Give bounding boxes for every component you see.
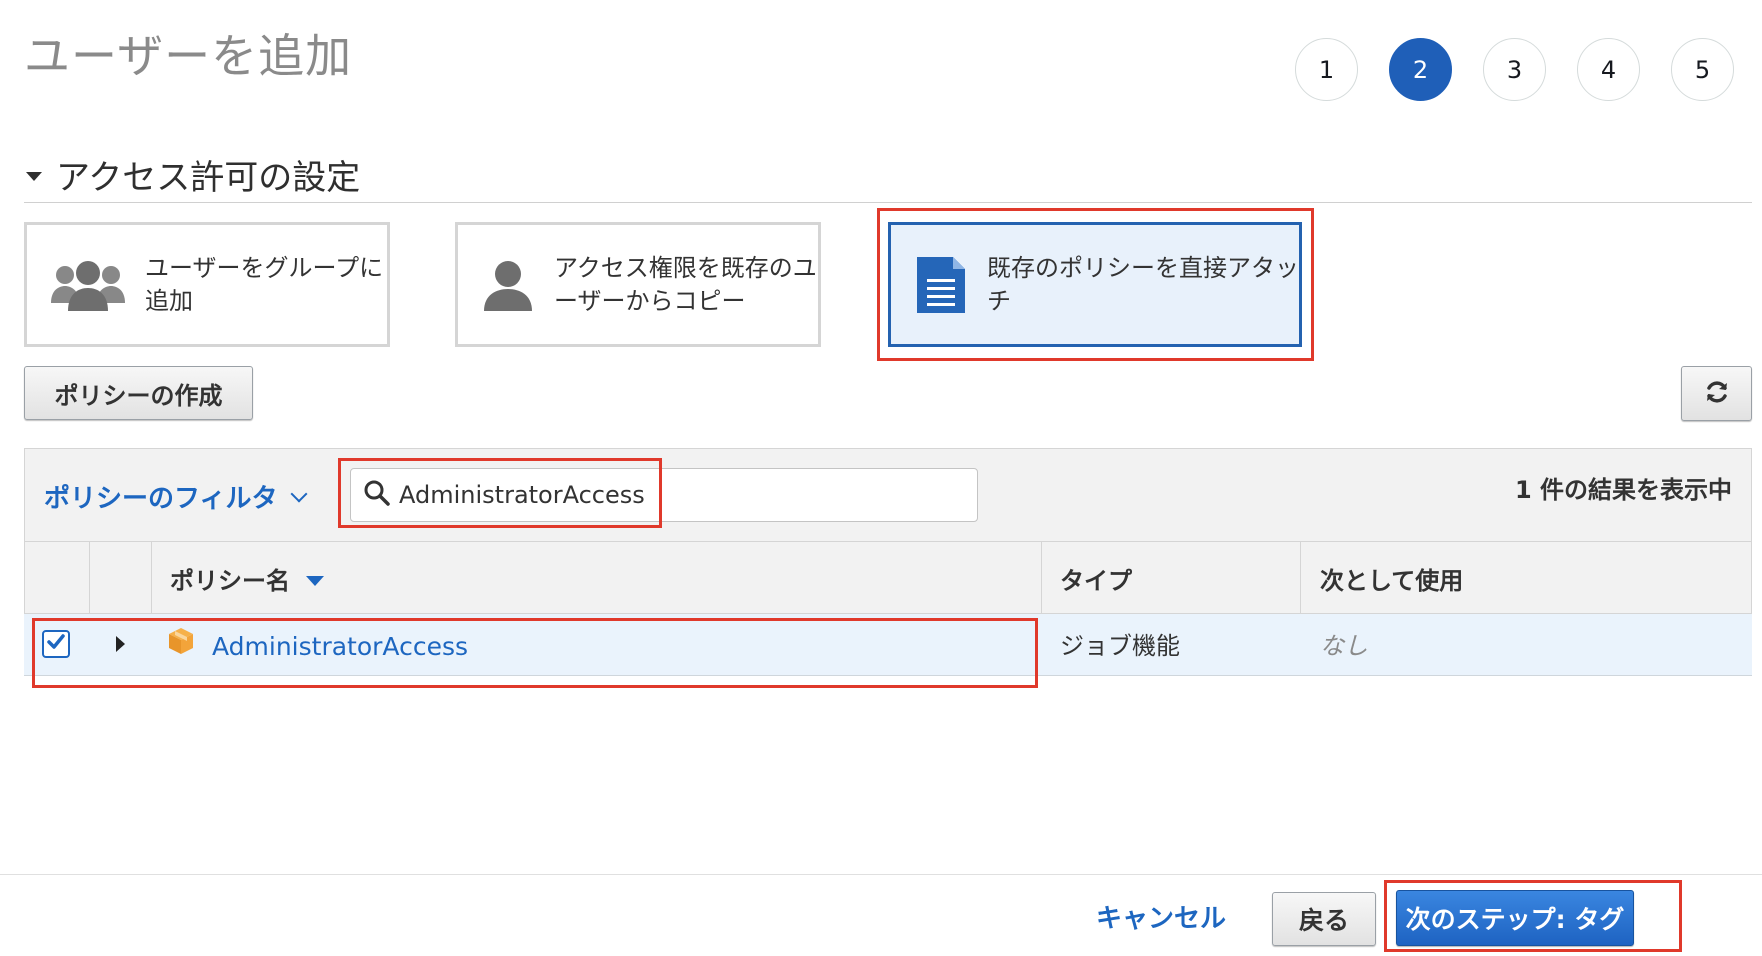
wizard-steps: 1 2 3 4 5 bbox=[1295, 38, 1734, 102]
step-5[interactable]: 5 bbox=[1671, 38, 1734, 101]
search-icon bbox=[363, 479, 391, 511]
policy-filter-dropdown[interactable]: ポリシーのフィルタ bbox=[44, 478, 308, 515]
option-attach-policies[interactable]: 既存のポリシーを直接アタッチ bbox=[888, 222, 1302, 347]
option-copy-from-user[interactable]: アクセス権限を既存のユーザーからコピー bbox=[455, 222, 821, 347]
option-label: アクセス権限を既存のユーザーからコピー bbox=[554, 253, 817, 315]
column-header-type[interactable]: タイプ bbox=[1060, 542, 1132, 614]
next-step-button[interactable]: 次のステップ: タグ bbox=[1396, 890, 1634, 946]
user-icon bbox=[480, 257, 536, 313]
policy-type-cell: ジョブ機能 bbox=[1060, 632, 1180, 660]
row-checkbox[interactable] bbox=[42, 630, 70, 658]
section-divider bbox=[24, 202, 1752, 203]
result-count: 1 件の結果を表示中 bbox=[1514, 476, 1732, 504]
checkmark-icon bbox=[46, 632, 66, 656]
step-1[interactable]: 1 bbox=[1295, 38, 1358, 101]
refresh-icon bbox=[1703, 378, 1731, 410]
chevron-down-icon bbox=[290, 485, 308, 502]
group-icon bbox=[49, 257, 127, 313]
expand-row-icon[interactable] bbox=[116, 636, 125, 652]
footer-divider bbox=[0, 874, 1762, 875]
policy-search[interactable] bbox=[350, 468, 978, 522]
option-add-to-group[interactable]: ユーザーをグループに追加 bbox=[24, 222, 390, 347]
section-title: アクセス許可の設定 bbox=[56, 158, 361, 198]
option-label: ユーザーをグループに追加 bbox=[145, 253, 384, 315]
policy-box-icon bbox=[166, 626, 196, 660]
create-policy-button[interactable]: ポリシーの作成 bbox=[24, 366, 253, 420]
policy-name-link[interactable]: AdministratorAccess bbox=[212, 632, 468, 661]
step-3[interactable]: 3 bbox=[1483, 38, 1546, 101]
step-4[interactable]: 4 bbox=[1577, 38, 1640, 101]
sort-descending-icon bbox=[306, 576, 324, 586]
option-label: 既存のポリシーを直接アタッチ bbox=[987, 253, 1299, 315]
column-header-used-as[interactable]: 次として使用 bbox=[1320, 542, 1463, 614]
column-header-policy-name[interactable]: ポリシー名 bbox=[170, 542, 324, 614]
document-icon bbox=[913, 253, 969, 317]
column-divider bbox=[89, 542, 90, 614]
cancel-link[interactable]: キャンセル bbox=[1096, 898, 1226, 935]
page-title: ユーザーを追加 bbox=[24, 29, 353, 83]
section-header[interactable]: アクセス許可の設定 bbox=[26, 150, 360, 199]
column-divider bbox=[1300, 542, 1301, 614]
refresh-button[interactable] bbox=[1681, 366, 1752, 421]
policy-filter-label: ポリシーのフィルタ bbox=[44, 484, 278, 514]
back-button[interactable]: 戻る bbox=[1272, 892, 1376, 946]
policy-used-as-cell: なし bbox=[1320, 632, 1368, 660]
column-divider bbox=[1041, 542, 1042, 614]
step-2-active[interactable]: 2 bbox=[1389, 38, 1452, 101]
column-header-label: ポリシー名 bbox=[170, 566, 290, 595]
column-divider bbox=[151, 542, 152, 614]
policy-search-input[interactable] bbox=[399, 481, 959, 509]
caret-down-icon bbox=[26, 172, 42, 181]
